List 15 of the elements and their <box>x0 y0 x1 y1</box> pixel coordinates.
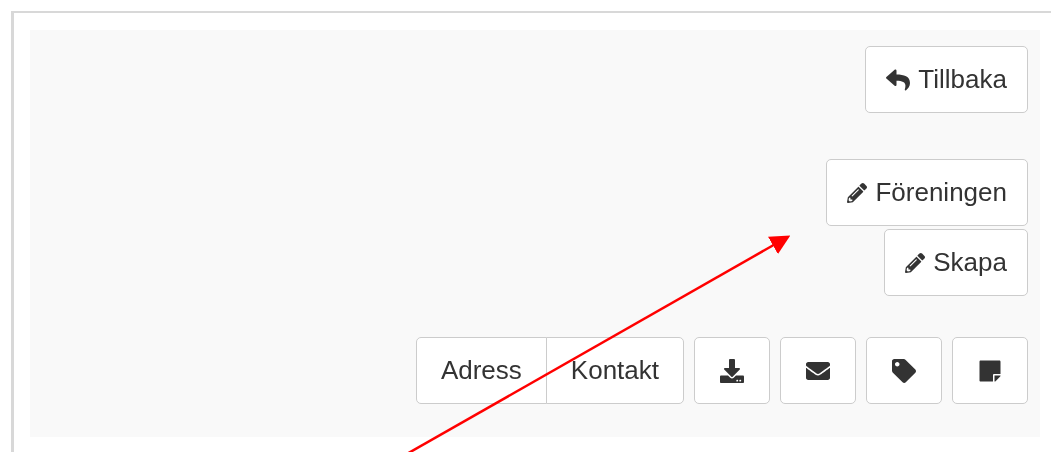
download-button[interactable] <box>694 337 770 404</box>
note-icon <box>978 358 1002 383</box>
tag-icon <box>892 358 916 383</box>
tag-button[interactable] <box>866 337 942 404</box>
envelope-button[interactable] <box>780 337 856 404</box>
pencil-icon <box>905 252 926 273</box>
back-button[interactable]: Tillbaka <box>865 46 1028 113</box>
edit-button[interactable]: Skapa <box>884 229 1028 296</box>
download-icon <box>720 358 744 383</box>
edit-button[interactable]: Föreningen <box>826 159 1028 226</box>
segment-button[interactable]: Adress <box>415 337 547 404</box>
note-button[interactable] <box>952 337 1028 404</box>
pencil-icon <box>847 182 868 203</box>
segment-button[interactable]: Kontakt <box>545 337 684 404</box>
reply-icon <box>886 67 911 92</box>
